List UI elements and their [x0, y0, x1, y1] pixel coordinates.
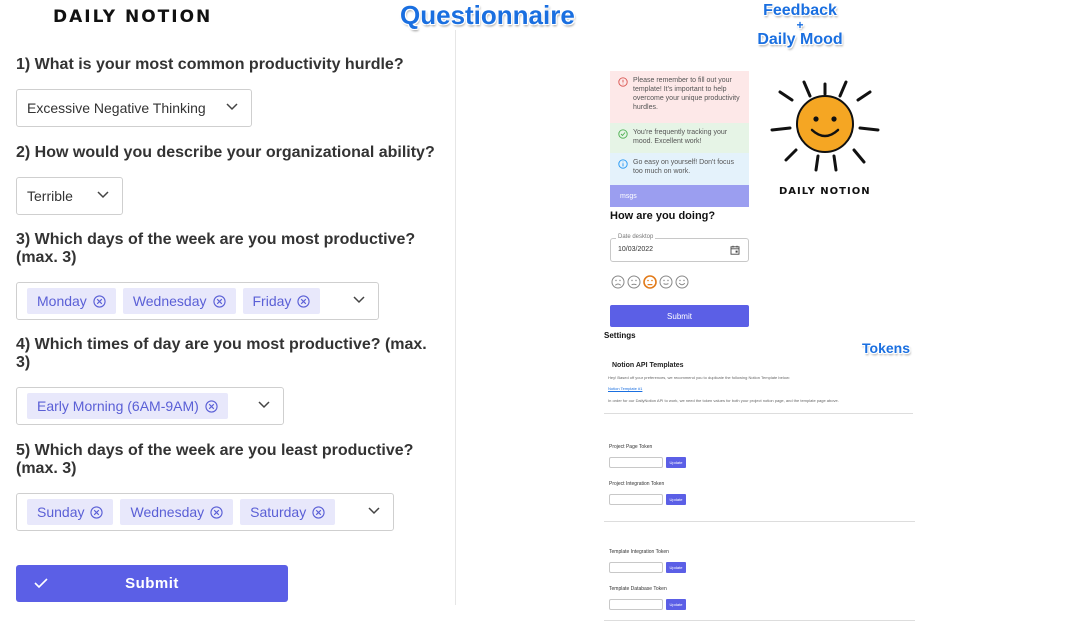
remove-chip-icon[interactable] — [312, 505, 325, 519]
question-3-label: 3) Which days of the week are you most p… — [16, 231, 415, 267]
chip-wednesday[interactable]: Wednesday — [120, 499, 234, 525]
feedback-callout-plus: + — [796, 18, 804, 32]
question-3-label-line2: (max. 3) — [16, 249, 77, 266]
alert-circle-icon — [618, 77, 628, 87]
project-integration-token-update-button[interactable]: Update — [666, 494, 686, 505]
remove-chip-icon[interactable] — [205, 399, 218, 413]
msgs-bar[interactable]: msgs — [610, 185, 749, 207]
settings-title: Settings — [604, 331, 636, 340]
question-2-select[interactable]: Terrible — [16, 177, 123, 215]
mood-submit-button[interactable]: Submit — [610, 305, 749, 327]
template-database-token-label: Template Database Token — [609, 586, 667, 592]
project-integration-token-input[interactable] — [609, 494, 663, 505]
card-description-2: In order for our DailyNotion API to work… — [608, 398, 839, 403]
message-text: Please remember to fill out your templat… — [633, 77, 740, 111]
check-circle-icon — [618, 129, 628, 139]
chip-label: Monday — [37, 293, 87, 309]
remove-chip-icon[interactable] — [90, 505, 104, 519]
template-integration-token-input[interactable] — [609, 562, 663, 573]
date-input-label: Date desktop — [616, 234, 656, 240]
chevron-down-icon[interactable] — [96, 190, 110, 200]
section-divider — [604, 521, 915, 522]
brand-logo-small: DAILY NOTION — [779, 186, 871, 197]
sun-logo-icon — [770, 80, 880, 172]
question-4-label-line1: 4) Which times of day are you most produ… — [16, 336, 427, 353]
question-3-label-line1: 3) Which days of the week are you most p… — [16, 231, 416, 248]
date-input-value: 10/03/2022 — [618, 246, 654, 253]
chip-label: Friday — [252, 293, 292, 309]
chip-label: Wednesday — [130, 504, 205, 520]
question-4-label: 4) Which times of day are you most produ… — [16, 336, 427, 372]
notion-templates-card: Notion API Templates Hey! Based off your… — [604, 356, 913, 414]
very-sad-face-icon[interactable] — [611, 275, 625, 289]
message-text: Go easy on yourself! Don't focus too muc… — [633, 159, 734, 175]
vertical-divider — [455, 30, 456, 605]
check-icon — [34, 578, 48, 589]
chip-label: Saturday — [250, 504, 307, 520]
project-page-token-update-button[interactable]: Update — [666, 457, 686, 468]
happy-face-icon[interactable] — [659, 275, 673, 289]
submit-label: Submit — [125, 575, 179, 592]
template-database-token-input[interactable] — [609, 599, 663, 610]
question-4-multiselect[interactable]: Early Morning (6AM-9AM) — [16, 387, 284, 425]
template-integration-token-update-button[interactable]: Update — [666, 562, 686, 573]
tokens-callout: Tokens — [862, 340, 910, 356]
feedback-callout-line2: Daily Mood — [757, 31, 843, 48]
chevron-down-icon[interactable] — [367, 506, 381, 516]
question-5-label: 5) Which days of the week are you least … — [16, 442, 413, 478]
chip-wednesday[interactable]: Wednesday — [122, 288, 236, 314]
chevron-down-icon[interactable] — [257, 400, 271, 410]
remove-chip-icon[interactable] — [212, 294, 226, 308]
question-4-label-line2: 3) — [16, 354, 31, 371]
info-circle-icon — [618, 159, 628, 169]
question-5-label-line2: (max. 3) — [16, 460, 77, 477]
remove-chip-icon[interactable] — [93, 294, 106, 308]
questionnaire-callout: Questionnaire — [400, 0, 575, 30]
message-info: Go easy on yourself! Don't focus too muc… — [610, 153, 749, 185]
date-input[interactable]: Date desktop 10/03/2022 — [610, 234, 749, 262]
section-divider — [604, 620, 915, 621]
question-2-value: Terrible — [27, 188, 73, 204]
question-1-label: 1) What is your most common productivity… — [16, 56, 404, 73]
chip-sunday[interactable]: Sunday — [27, 499, 114, 525]
chip-saturday[interactable]: Saturday — [240, 499, 336, 525]
calendar-icon[interactable] — [730, 245, 740, 255]
mood-rating[interactable] — [611, 275, 689, 289]
project-integration-token-label: Project Integration Token — [609, 481, 665, 487]
question-3-multiselect[interactable]: Monday Wednesday Friday — [16, 282, 379, 320]
remove-chip-icon[interactable] — [210, 505, 223, 519]
mood-heading: How are you doing? — [610, 210, 716, 222]
feedback-callout-line1: Feedback — [763, 2, 837, 19]
question-5-multiselect[interactable]: Sunday Wednesday Saturday — [16, 493, 394, 531]
chip-early-morning[interactable]: Early Morning (6AM-9AM) — [27, 393, 228, 419]
chip-monday[interactable]: Monday — [27, 288, 116, 314]
feedback-callout: Feedback + Daily Mood — [755, 2, 845, 48]
chip-label: Sunday — [37, 504, 85, 520]
question-2-label: 2) How would you describe your organizat… — [16, 144, 435, 161]
chip-friday[interactable]: Friday — [242, 288, 321, 314]
notion-template-link[interactable]: Notion Template #1 — [608, 386, 642, 391]
remove-chip-icon[interactable] — [297, 294, 311, 308]
question-1-select[interactable]: Excessive Negative Thinking — [16, 89, 252, 127]
message-error: Please remember to fill out your templat… — [610, 71, 749, 123]
message-success: You're frequently tracking your mood. Ex… — [610, 123, 749, 153]
chevron-down-icon[interactable] — [352, 295, 366, 305]
template-integration-token-label: Template Integration Token — [609, 549, 669, 555]
template-database-token-update-button[interactable]: Update — [666, 599, 686, 610]
chip-label: Early Morning (6AM-9AM) — [37, 398, 199, 414]
message-text: You're frequently tracking your mood. Ex… — [633, 129, 728, 145]
card-title: Notion API Templates — [612, 362, 684, 369]
project-page-token-input[interactable] — [609, 457, 663, 468]
sad-face-icon[interactable] — [627, 275, 641, 289]
neutral-face-icon[interactable] — [643, 275, 657, 289]
card-description: Hey! Based off your preferences, we reco… — [608, 375, 790, 380]
chevron-down-icon[interactable] — [225, 102, 239, 112]
very-happy-face-icon[interactable] — [675, 275, 689, 289]
question-5-label-line1: 5) Which days of the week are you least … — [16, 442, 414, 459]
question-1-value: Excessive Negative Thinking — [27, 100, 206, 116]
chip-label: Wednesday — [132, 293, 207, 309]
questionnaire-submit-button[interactable]: Submit — [16, 565, 288, 602]
brand-logo: DAILY NOTION — [53, 7, 213, 27]
project-page-token-label: Project Page Token — [609, 444, 653, 450]
